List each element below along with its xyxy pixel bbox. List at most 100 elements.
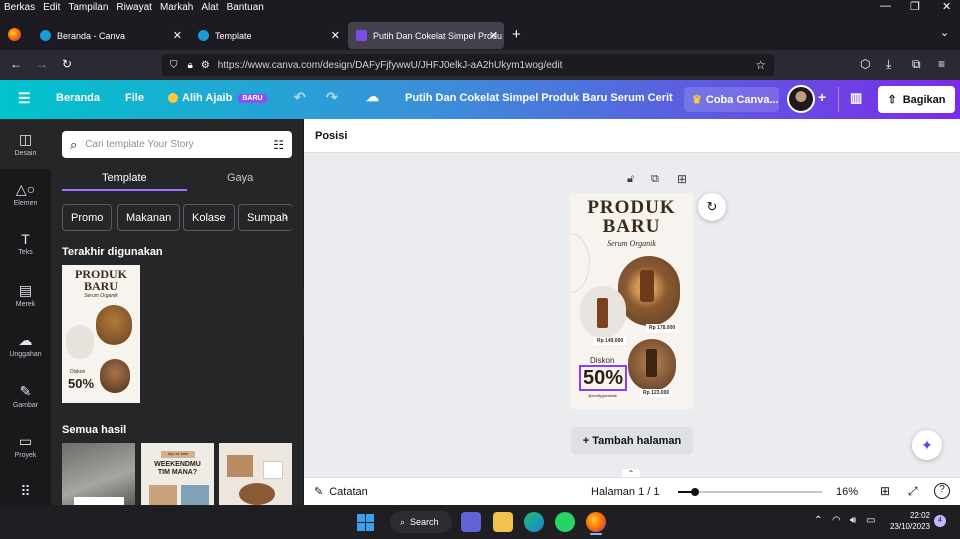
add-page-icon[interactable]: ⊞ <box>677 172 687 186</box>
file-menu[interactable]: File <box>125 92 144 104</box>
template-thumbnail[interactable] <box>219 443 292 505</box>
filter-icon[interactable]: ☷ <box>273 138 284 152</box>
grid-view-icon[interactable]: ⊞ <box>880 484 890 498</box>
edge-icon[interactable] <box>524 512 544 532</box>
windows-start-icon[interactable] <box>357 514 374 531</box>
rail-apps[interactable]: ⠿ <box>0 483 51 502</box>
tab-template[interactable]: Template ✕ <box>190 22 346 49</box>
notification-badge[interactable]: 4 <box>934 515 946 527</box>
forward-icon[interactable]: → <box>36 57 48 71</box>
analytics-icon[interactable]: ▥ <box>850 90 862 106</box>
zoom-slider-thumb[interactable] <box>691 488 699 496</box>
try-canva-pro-button[interactable]: ♛ Coba Canva... <box>684 87 779 112</box>
template-thumbnail[interactable]: Ayo ke kafe WEEKENDMU TIM MANA? <box>141 443 214 505</box>
refresh-comment-icon[interactable]: ↻ <box>698 193 726 221</box>
close-window-icon[interactable]: ✕ <box>938 0 955 13</box>
chip-makanan[interactable]: Makanan <box>117 204 181 231</box>
file-explorer-icon[interactable] <box>493 512 513 532</box>
firefox-view-icon[interactable] <box>8 28 21 41</box>
design-title[interactable]: Putih Dan Cokelat Simpel Produk Baru Ser… <box>405 92 673 104</box>
rail-draw[interactable]: ✎ Gambar <box>0 383 51 409</box>
close-tab-icon[interactable]: ✕ <box>331 29 340 42</box>
rail-text[interactable]: T Teks <box>0 231 51 256</box>
serum-photo-2[interactable] <box>580 286 626 338</box>
rail-brand[interactable]: ▤ Merek <box>0 282 51 308</box>
magic-switch-button[interactable]: Alih Ajaib BARU <box>168 92 267 104</box>
minimize-icon[interactable]: — <box>876 0 895 12</box>
zoom-slider-track[interactable] <box>678 491 822 493</box>
price-3[interactable]: Rp 123.000 <box>640 389 673 397</box>
back-icon[interactable]: ← <box>10 57 22 71</box>
cloud-saved-icon[interactable]: ☁ <box>366 89 379 105</box>
menu-edit[interactable]: Edit <box>39 2 64 13</box>
main-menu-icon[interactable]: ☰ <box>18 90 31 107</box>
template-thumbnail[interactable] <box>62 443 135 505</box>
tab-template-panel[interactable]: Template <box>102 172 147 184</box>
taskbar-search[interactable]: ⌕ Search <box>390 511 452 533</box>
tab-beranda[interactable]: Beranda - Canva ✕ <box>32 22 188 49</box>
rail-elements[interactable]: △○ Elemen <box>0 181 51 207</box>
wifi-icon[interactable]: ◠ <box>832 515 841 526</box>
site-handle[interactable]: @reallygreatsite <box>588 393 617 398</box>
pocket-icon[interactable]: ⬡ <box>860 57 870 71</box>
show-pages-chevron-icon[interactable]: ⌃ <box>622 469 640 478</box>
lock-icon[interactable]: 🔒︎ <box>188 60 193 71</box>
menu-hamburger-icon[interactable]: ≡ <box>938 57 945 71</box>
chevron-right-icon[interactable]: › <box>284 209 288 223</box>
design-page[interactable]: PRODUK BARU Serum Organik Rp 178.000 Rp 1… <box>570 193 693 409</box>
menu-berkas[interactable]: Berkas <box>0 2 39 13</box>
help-icon[interactable]: ? <box>934 483 950 499</box>
home-link[interactable]: Beranda <box>56 92 100 104</box>
battery-icon[interactable]: ▭ <box>866 515 875 526</box>
tab-design[interactable]: Putih Dan Cokelat Simpel Produ ✕ <box>348 22 504 49</box>
price-2[interactable]: Rp 149.000 <box>594 337 627 345</box>
lock-page-icon[interactable]: 🔓︎ <box>627 173 634 186</box>
zoom-level[interactable]: 16% <box>836 486 858 498</box>
magic-assistant-icon[interactable]: ✦ <box>912 430 942 460</box>
duplicate-page-icon[interactable]: ⧉ <box>651 173 659 186</box>
new-tab-icon[interactable]: + <box>512 26 521 43</box>
design-title[interactable]: PRODUK BARU <box>570 198 693 236</box>
page-indicator[interactable]: Halaman 1 / 1 <box>591 486 659 498</box>
extensions-icon[interactable]: ⧉ <box>912 57 921 72</box>
serum-photo-1[interactable] <box>618 256 680 326</box>
bookmark-star-icon[interactable]: ☆ <box>755 58 766 72</box>
close-tab-icon[interactable]: ✕ <box>489 29 498 42</box>
rail-uploads[interactable]: ☁ Unggahan <box>0 332 51 358</box>
download-icon[interactable]: ⤓ <box>886 57 891 72</box>
volume-icon[interactable]: 🔊︎ <box>850 515 856 526</box>
url-bar[interactable]: ⛉ 🔒︎ ⚙ https://www.canva.com/design/DAFy… <box>162 54 774 76</box>
avatar[interactable] <box>787 85 815 113</box>
menu-bantuan[interactable]: Bantuan <box>223 2 268 13</box>
firefox-icon[interactable] <box>586 512 606 532</box>
fullscreen-icon[interactable]: ⤢ <box>908 484 918 499</box>
menu-markah[interactable]: Markah <box>156 2 197 13</box>
whatsapp-icon[interactable] <box>555 512 575 532</box>
chip-promo[interactable]: Promo <box>62 204 113 231</box>
add-collaborator-icon[interactable]: + <box>818 89 826 105</box>
clock[interactable]: 22:02 23/10/2023 <box>880 510 930 532</box>
discount-value[interactable]: 50% <box>579 365 628 391</box>
redo-icon[interactable]: ↷ <box>326 89 338 106</box>
serum-photo-3[interactable] <box>628 339 676 391</box>
discount-label[interactable]: Diskon <box>590 356 614 365</box>
rail-projects[interactable]: ▭ Proyek <box>0 433 51 459</box>
undo-icon[interactable]: ↶ <box>294 89 306 106</box>
price-1[interactable]: Rp 178.000 <box>646 324 679 332</box>
close-tab-icon[interactable]: ✕ <box>173 29 182 42</box>
design-subtitle[interactable]: Serum Organik <box>570 239 693 248</box>
position-button[interactable]: Posisi <box>315 130 347 142</box>
add-page-button[interactable]: + Tambah halaman <box>571 427 693 454</box>
permissions-icon[interactable]: ⚙ <box>201 60 210 71</box>
menu-tampilan[interactable]: Tampilan <box>64 2 112 13</box>
menu-alat[interactable]: Alat <box>197 2 222 13</box>
share-button[interactable]: ⇧ Bagikan <box>878 86 955 113</box>
restore-icon[interactable]: ❐ <box>906 0 924 13</box>
list-tabs-icon[interactable]: ⌄ <box>940 26 949 39</box>
notes-button[interactable]: ✎ Catatan <box>314 485 368 499</box>
tray-chevron-icon[interactable]: ⌃ <box>814 515 822 526</box>
reload-icon[interactable]: ↻ <box>62 57 72 71</box>
menu-riwayat[interactable]: Riwayat <box>112 2 156 13</box>
meet-app-icon[interactable] <box>461 512 481 532</box>
tab-style-panel[interactable]: Gaya <box>227 172 253 184</box>
